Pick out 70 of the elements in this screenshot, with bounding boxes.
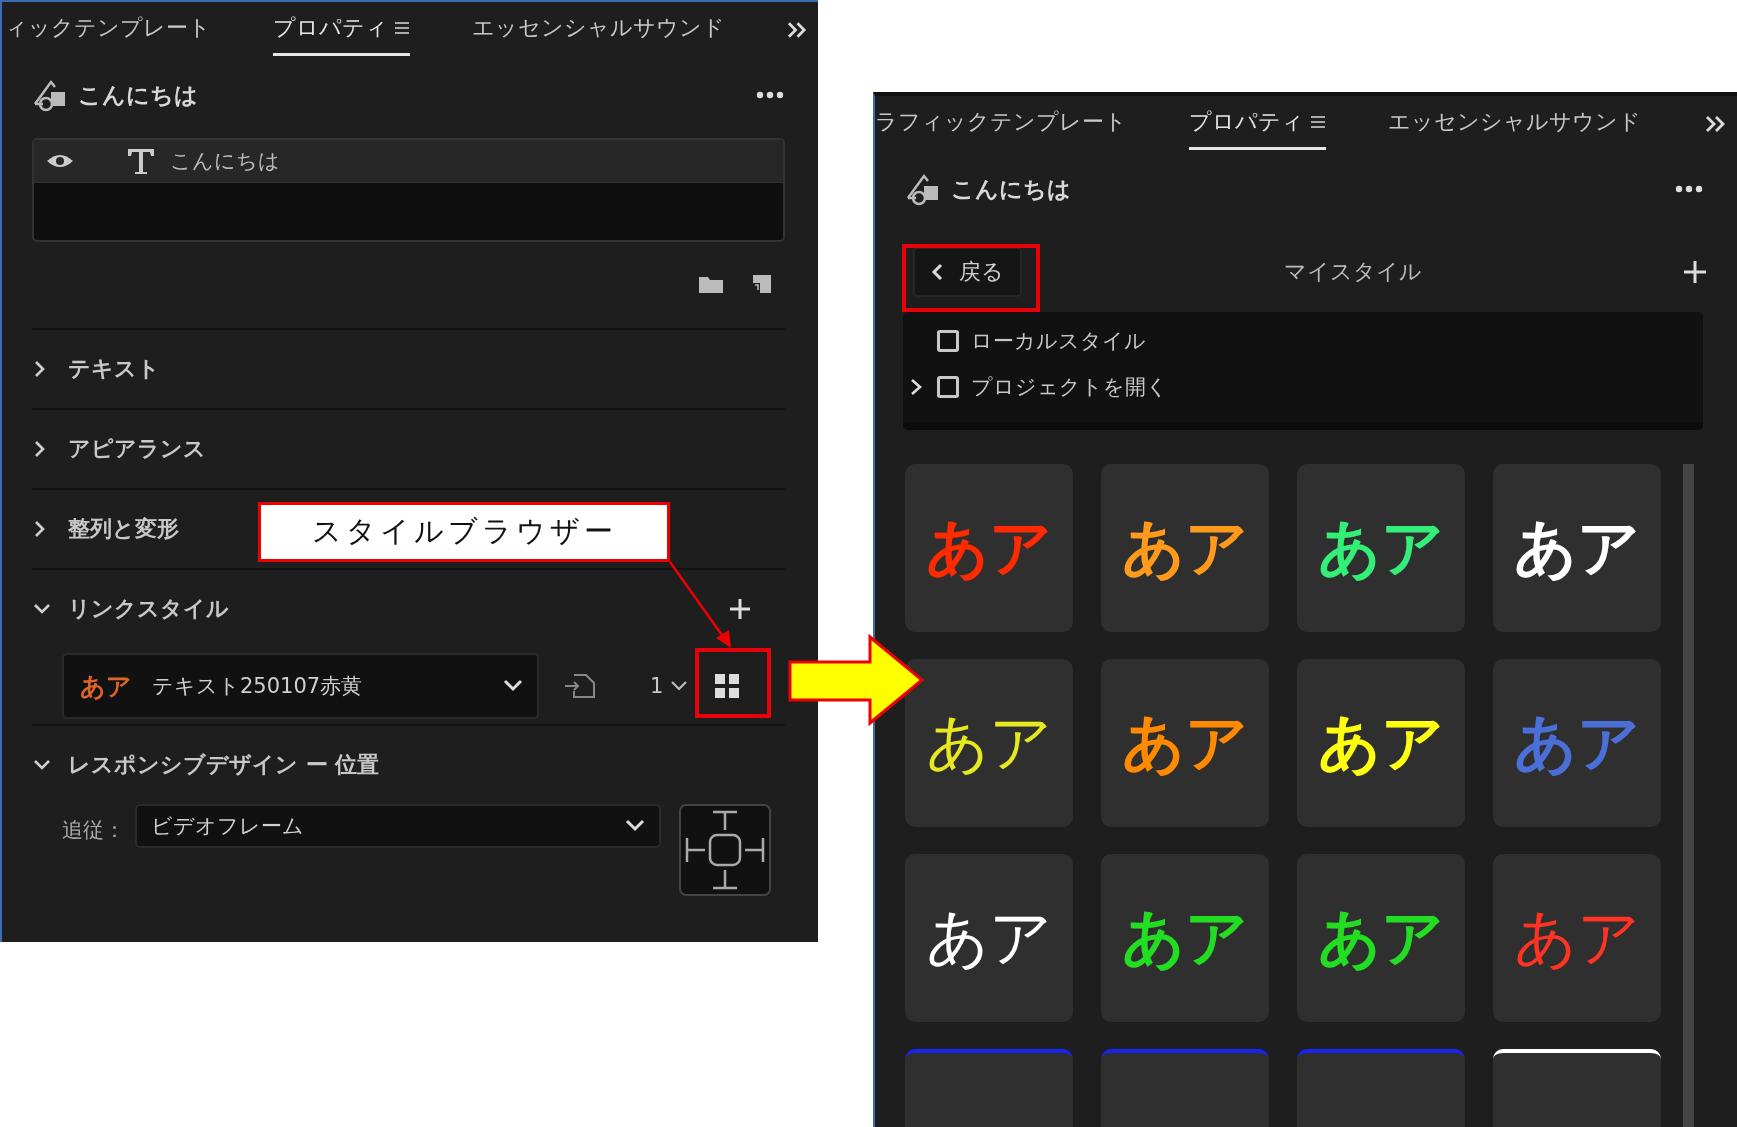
chevron-down-icon[interactable] bbox=[503, 679, 523, 693]
style-sample: あア bbox=[926, 712, 1052, 774]
section-heading[interactable]: アピアランス bbox=[68, 434, 206, 464]
folder-label[interactable]: ローカルスタイル bbox=[971, 327, 1146, 355]
style-preview-tile[interactable]: あア bbox=[1493, 854, 1661, 1022]
style-preview-tile[interactable]: あア bbox=[905, 854, 1073, 1022]
scrollbar[interactable] bbox=[1683, 464, 1694, 1127]
chevron-left-icon bbox=[931, 263, 943, 281]
clip-title: こんにちは bbox=[78, 80, 198, 110]
style-preview-tile[interactable]: あア bbox=[1297, 854, 1465, 1022]
panel-tab[interactable]: プロパティ bbox=[273, 4, 410, 56]
follow-dropdown[interactable]: ビデオフレーム bbox=[135, 804, 661, 848]
add-icon[interactable] bbox=[1683, 260, 1707, 284]
callout-label: スタイルブラウザー bbox=[258, 502, 670, 562]
section-heading[interactable]: テキスト bbox=[68, 354, 160, 384]
style-preview-tile[interactable]: あア bbox=[1297, 464, 1465, 632]
style-sample: あア bbox=[1514, 517, 1640, 579]
new-item-icon[interactable] bbox=[752, 274, 772, 294]
overflow-chevrons-icon[interactable] bbox=[787, 21, 808, 39]
eye-icon[interactable] bbox=[46, 152, 74, 170]
clip-title: こんにちは bbox=[951, 174, 1071, 204]
sync-style-icon[interactable] bbox=[564, 673, 596, 699]
section-heading[interactable]: リンクスタイル bbox=[68, 594, 229, 624]
panel-tab[interactable]: ラフィックテンプレート bbox=[875, 98, 1127, 150]
more-options-icon[interactable] bbox=[1675, 185, 1703, 193]
instance-count[interactable]: 1 bbox=[650, 674, 664, 698]
style-sample: あア bbox=[926, 517, 1052, 579]
panel-tab[interactable]: エッセンシャルサウンド bbox=[472, 4, 725, 56]
style-sample: あア bbox=[1122, 907, 1248, 969]
section-heading[interactable]: レスポンシブデザイン ー 位置 bbox=[68, 750, 380, 780]
chevron-down-icon[interactable] bbox=[671, 681, 688, 691]
style-browser-grid-icon[interactable] bbox=[715, 674, 740, 698]
more-options-icon[interactable] bbox=[756, 91, 784, 99]
folder-label[interactable]: プロジェクトを開く bbox=[971, 373, 1168, 401]
back-button[interactable]: 戻る bbox=[913, 247, 1022, 297]
style-sample: あア bbox=[1318, 907, 1444, 969]
menu-icon[interactable] bbox=[394, 19, 410, 36]
chevron-down-icon[interactable] bbox=[625, 819, 645, 833]
style-preview-tile[interactable]: あア bbox=[1493, 464, 1661, 632]
style-preview-tile[interactable]: あア bbox=[1101, 854, 1269, 1022]
style-sample: あア bbox=[1318, 712, 1444, 774]
layer-row[interactable]: こんにちは bbox=[34, 140, 783, 183]
panel-tab[interactable]: ィックテンプレート bbox=[5, 4, 211, 56]
panel-tab[interactable]: エッセンシャルサウンド bbox=[1388, 98, 1641, 150]
checkbox[interactable] bbox=[937, 376, 959, 398]
style-sample: あア bbox=[1318, 517, 1444, 579]
graphic-shapes-icon bbox=[905, 172, 941, 206]
library-heading: マイスタイル bbox=[1282, 258, 1423, 286]
style-preview-tile[interactable]: あア bbox=[1297, 659, 1465, 827]
overflow-chevrons-icon[interactable] bbox=[1705, 115, 1727, 133]
style-dropdown[interactable]: あア テキスト250107赤黄 bbox=[62, 653, 539, 719]
add-icon[interactable] bbox=[729, 598, 751, 620]
style-preview-tile[interactable]: あア bbox=[905, 464, 1073, 632]
layer-name: こんにちは bbox=[170, 148, 280, 175]
text-layer-icon bbox=[126, 147, 156, 175]
style-sample: あア bbox=[926, 907, 1052, 969]
folder-icon[interactable] bbox=[698, 274, 724, 294]
checkbox[interactable] bbox=[937, 330, 959, 352]
field-label: 追従： bbox=[62, 817, 125, 844]
style-sample: あア bbox=[1514, 712, 1640, 774]
style-sample: あア bbox=[1122, 517, 1248, 579]
style-sample: あア bbox=[1514, 907, 1640, 969]
section-heading[interactable]: 整列と変形 bbox=[68, 514, 179, 544]
style-sample: あア bbox=[1122, 712, 1248, 774]
style-preview-tile[interactable]: あア bbox=[1101, 659, 1269, 827]
menu-icon[interactable] bbox=[1310, 113, 1326, 130]
graphic-shapes-icon bbox=[32, 78, 68, 112]
style-preview-tile[interactable]: あア bbox=[1101, 464, 1269, 632]
panel-tab[interactable]: プロパティ bbox=[1189, 98, 1326, 150]
style-preview-tile[interactable]: あア bbox=[905, 659, 1073, 827]
